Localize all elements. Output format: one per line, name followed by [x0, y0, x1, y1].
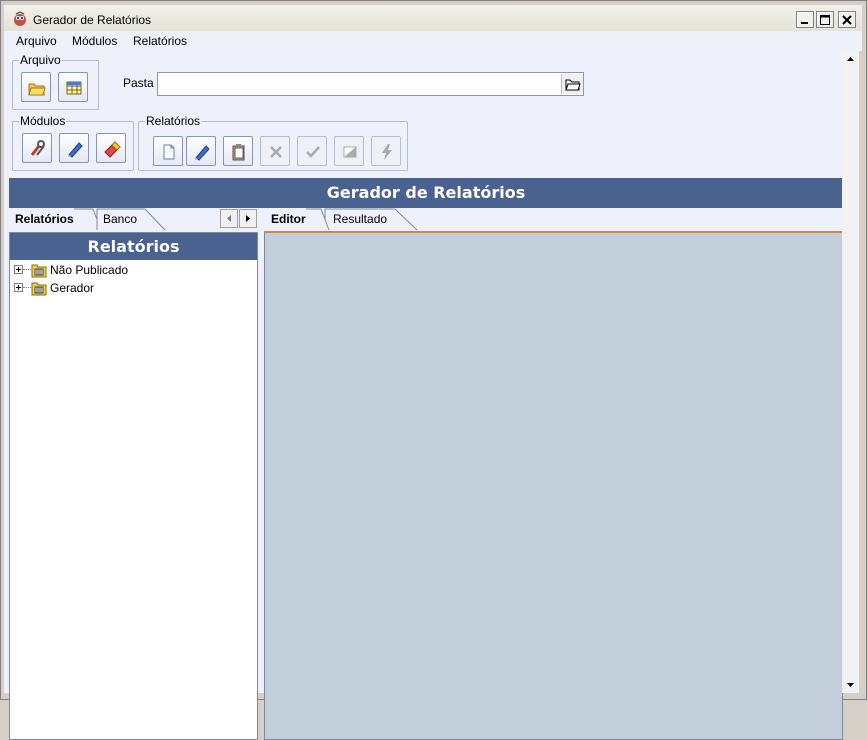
arrow-left-icon	[227, 215, 231, 222]
tree-item-label: Gerador	[50, 281, 95, 295]
arrow-right-icon	[246, 215, 250, 222]
menu-relatorios[interactable]: Relatórios	[133, 34, 187, 48]
main-window: Gerador de Relatórios Arquivo Módulos Re…	[0, 0, 867, 740]
relatorios-group-label: Relatórios	[145, 114, 202, 128]
pasta-input[interactable]	[157, 72, 584, 96]
modulos-group-label: Módulos	[19, 114, 67, 128]
pasta-browse-button[interactable]	[561, 74, 583, 94]
tab-relatorios[interactable]: Relatórios	[9, 208, 74, 230]
open-table-button[interactable]	[58, 72, 88, 102]
tab-scroll-left[interactable]	[220, 209, 238, 228]
close-button[interactable]	[838, 11, 856, 28]
scroll-down-button[interactable]	[842, 676, 859, 693]
new-document-icon	[163, 144, 175, 160]
title-bar: Gerador de Relatórios	[4, 5, 862, 31]
edit-report-button[interactable]	[186, 136, 216, 166]
folder-icon	[31, 264, 47, 278]
modulo-eraser-button[interactable]	[96, 133, 126, 163]
relatorios-panel-header: Relatórios	[10, 233, 257, 260]
arrow-down-icon	[847, 683, 854, 687]
maximize-button[interactable]	[816, 11, 834, 28]
tab-resultado[interactable]: Resultado	[327, 208, 387, 230]
cancel-edit-button[interactable]	[334, 136, 364, 166]
window-title: Gerador de Relatórios	[33, 13, 152, 27]
folder-icon	[31, 282, 47, 296]
close-icon	[842, 15, 852, 25]
new-report-button[interactable]	[153, 136, 183, 166]
execute-report-button[interactable]	[371, 136, 401, 166]
relatorios-panel: Relatórios Não Publicado Gerador	[9, 232, 258, 740]
minimize-icon	[801, 22, 808, 24]
relatorios-group: Relatórios	[138, 114, 408, 171]
modulos-group: Módulos	[12, 114, 134, 171]
tree-item-label: Não Publicado	[50, 263, 129, 277]
modulo-tools-button[interactable]	[22, 133, 52, 163]
tree-item-nao-publicado[interactable]: Não Publicado	[14, 261, 244, 279]
maximize-icon	[820, 15, 830, 25]
delete-icon	[270, 146, 282, 158]
tab-scroll-right[interactable]	[239, 209, 257, 228]
right-tab-strip: Editor Resultado	[265, 208, 843, 231]
minimize-button[interactable]	[796, 11, 814, 28]
confirm-report-button[interactable]	[297, 136, 327, 166]
pasta-label: Pasta	[123, 76, 154, 90]
paste-report-button[interactable]	[223, 136, 253, 166]
tab-editor[interactable]: Editor	[265, 208, 306, 230]
open-folder-button[interactable]	[21, 72, 51, 102]
arrow-up-icon	[847, 57, 854, 61]
clipboard-icon	[232, 144, 245, 161]
editor-area[interactable]	[264, 231, 843, 740]
expand-icon[interactable]	[14, 265, 23, 274]
client-area: Arquivo Pasta Módulos Relatórios Gerador…	[4, 51, 843, 740]
check-icon	[306, 146, 320, 158]
menu-arquivo[interactable]: Arquivo	[16, 34, 57, 48]
app-icon	[14, 11, 26, 26]
delete-report-button[interactable]	[260, 136, 290, 166]
tools-icon	[30, 140, 45, 156]
page-banner: Gerador de Relatórios	[9, 178, 843, 208]
menu-modulos[interactable]: Módulos	[72, 34, 117, 48]
arquivo-group: Arquivo	[12, 53, 99, 110]
left-tab-strip: Relatórios Banco	[9, 208, 259, 231]
eraser-icon	[343, 146, 357, 158]
arquivo-group-label: Arquivo	[19, 53, 62, 67]
table-icon	[66, 81, 82, 95]
expand-icon[interactable]	[14, 283, 23, 292]
open-folder-icon	[565, 79, 581, 91]
lightning-icon	[382, 144, 392, 160]
tab-banco[interactable]: Banco	[97, 208, 137, 230]
eraser-icon	[104, 141, 121, 158]
vertical-scrollbar[interactable]	[842, 51, 859, 693]
menu-bar: Arquivo Módulos Relatórios	[4, 31, 862, 51]
scroll-up-button[interactable]	[842, 51, 859, 68]
tree-item-gerador[interactable]: Gerador	[14, 279, 244, 297]
modulo-edit-button[interactable]	[59, 133, 89, 163]
open-folder-icon	[28, 83, 46, 96]
pen-icon	[68, 142, 83, 158]
pen-icon	[195, 145, 210, 161]
